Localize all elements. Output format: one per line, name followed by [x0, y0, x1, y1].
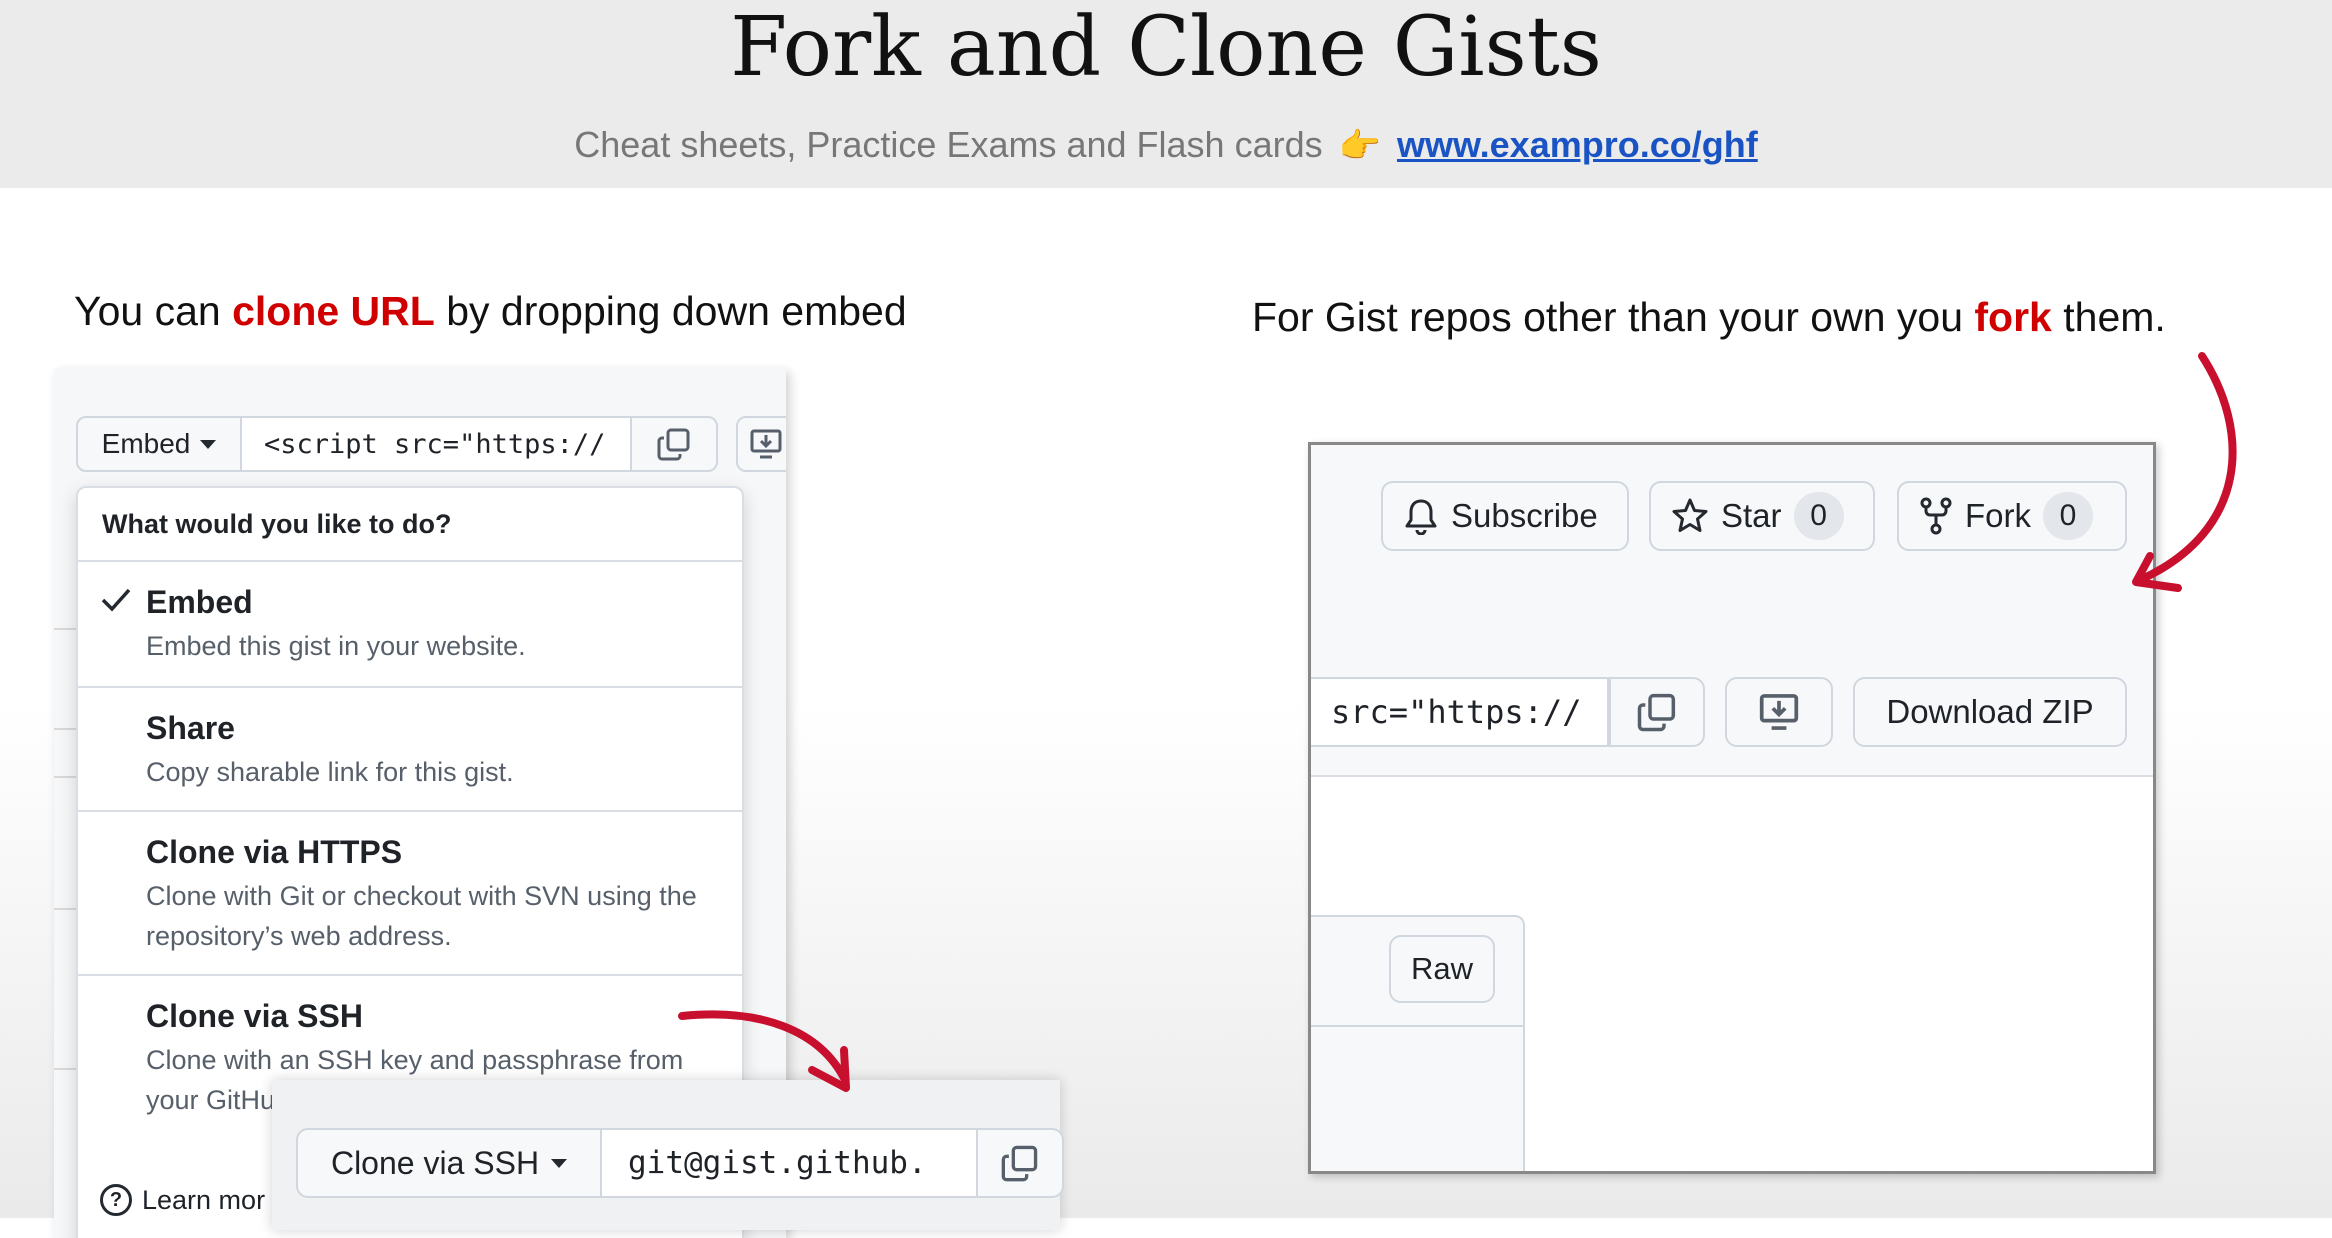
copy-icon [657, 428, 690, 461]
dropdown-header: What would you like to do? [78, 488, 742, 562]
check-icon [101, 588, 131, 612]
copy-button[interactable] [1609, 677, 1705, 747]
star-icon [1672, 498, 1708, 532]
embed-dropdown-button[interactable]: Embed [76, 416, 242, 472]
menu-item-clone-https[interactable]: Clone via HTTPS Clone with Git or checko… [78, 812, 742, 976]
desktop-download-button[interactable] [736, 416, 786, 472]
star-label: Star [1721, 497, 1782, 534]
clone-via-ssh-button[interactable]: Clone via SSH [296, 1128, 602, 1198]
desktop-download-icon [750, 429, 782, 459]
caret-down-icon [200, 439, 217, 449]
pointing-hand-icon: 👉 [1338, 127, 1381, 165]
menu-item-share[interactable]: Share Copy sharable link for this gist. [78, 688, 742, 812]
menu-item-desc: Copy sharable link for this gist. [146, 757, 514, 787]
desktop-download-icon [1759, 694, 1799, 730]
subtitle-text: Cheat sheets, Practice Exams and Flash c… [574, 124, 1323, 165]
copy-button[interactable] [978, 1128, 1064, 1198]
open-desktop-button[interactable] [1725, 677, 1833, 747]
right-caption-highlight: fork [1974, 294, 2052, 340]
menu-item-embed[interactable]: Embed Embed this gist in your website. [78, 562, 742, 688]
menu-item-desc: Clone with Git or checkout with SVN usin… [146, 881, 697, 951]
file-header: Raw [1311, 915, 1525, 1171]
subscribe-label: Subscribe [1451, 497, 1598, 534]
clone-bar: Clone via SSH git@gist.github. [296, 1128, 1064, 1198]
bell-icon [1405, 499, 1437, 535]
gist-toolbar-screenshot: Subscribe Star 0 Fork 0 src="https:// Do… [1308, 442, 2156, 1174]
embed-url-input[interactable]: <script src="https:// [242, 416, 632, 472]
menu-item-title: Clone via SSH [146, 998, 363, 1034]
right-caption-pre: For Gist repos other than your own you [1252, 294, 1975, 340]
left-caption: You can clone URL by dropping down embed [74, 288, 907, 335]
menu-item-title: Clone via HTTPS [146, 834, 403, 870]
copy-icon [1001, 1145, 1038, 1182]
embed-url-input[interactable]: src="https:// [1311, 677, 1609, 747]
slide-header: Fork and Clone Gists Cheat sheets, Pract… [0, 0, 2332, 188]
clone-ssh-screenshot: Clone via SSH git@gist.github. [272, 1080, 1064, 1230]
subscribe-button[interactable]: Subscribe [1381, 481, 1629, 551]
raw-button[interactable]: Raw [1389, 935, 1495, 1003]
fork-count: 0 [2043, 492, 2093, 540]
clone-url-input[interactable]: git@gist.github. [602, 1128, 978, 1198]
copy-button[interactable] [632, 416, 718, 472]
menu-item-title: Embed [146, 584, 253, 620]
embed-button-label: Embed [101, 428, 191, 459]
slide-subtitle: Cheat sheets, Practice Exams and Flash c… [0, 124, 2332, 166]
learn-more-label: Learn mor [142, 1184, 266, 1215]
right-caption: For Gist repos other than your own you f… [1252, 294, 2166, 341]
exampro-link[interactable]: www.exampro.co/ghf [1397, 124, 1758, 165]
left-caption-highlight: clone URL [232, 288, 435, 334]
star-button[interactable]: Star 0 [1649, 481, 1875, 551]
fork-icon [1920, 497, 1952, 535]
right-caption-post: them. [2051, 294, 2166, 340]
copy-icon [1637, 693, 1676, 732]
question-icon: ? [100, 1184, 132, 1216]
fork-label: Fork [1965, 497, 2031, 534]
fork-button[interactable]: Fork 0 [1897, 481, 2127, 551]
clone-button-label: Clone via SSH [330, 1144, 540, 1181]
download-zip-button[interactable]: Download ZIP [1853, 677, 2127, 747]
menu-item-title: Share [146, 710, 235, 746]
embed-bar: Embed <script src="https:// [76, 416, 786, 472]
file-divider [1311, 1025, 1523, 1027]
left-caption-pre: You can [74, 288, 233, 334]
slide-title: Fork and Clone Gists [730, 0, 1602, 95]
caret-down-icon [551, 1158, 568, 1168]
menu-item-desc: Embed this gist in your website. [146, 631, 526, 661]
left-caption-post: by dropping down embed [434, 288, 907, 334]
star-count: 0 [1793, 492, 1844, 540]
